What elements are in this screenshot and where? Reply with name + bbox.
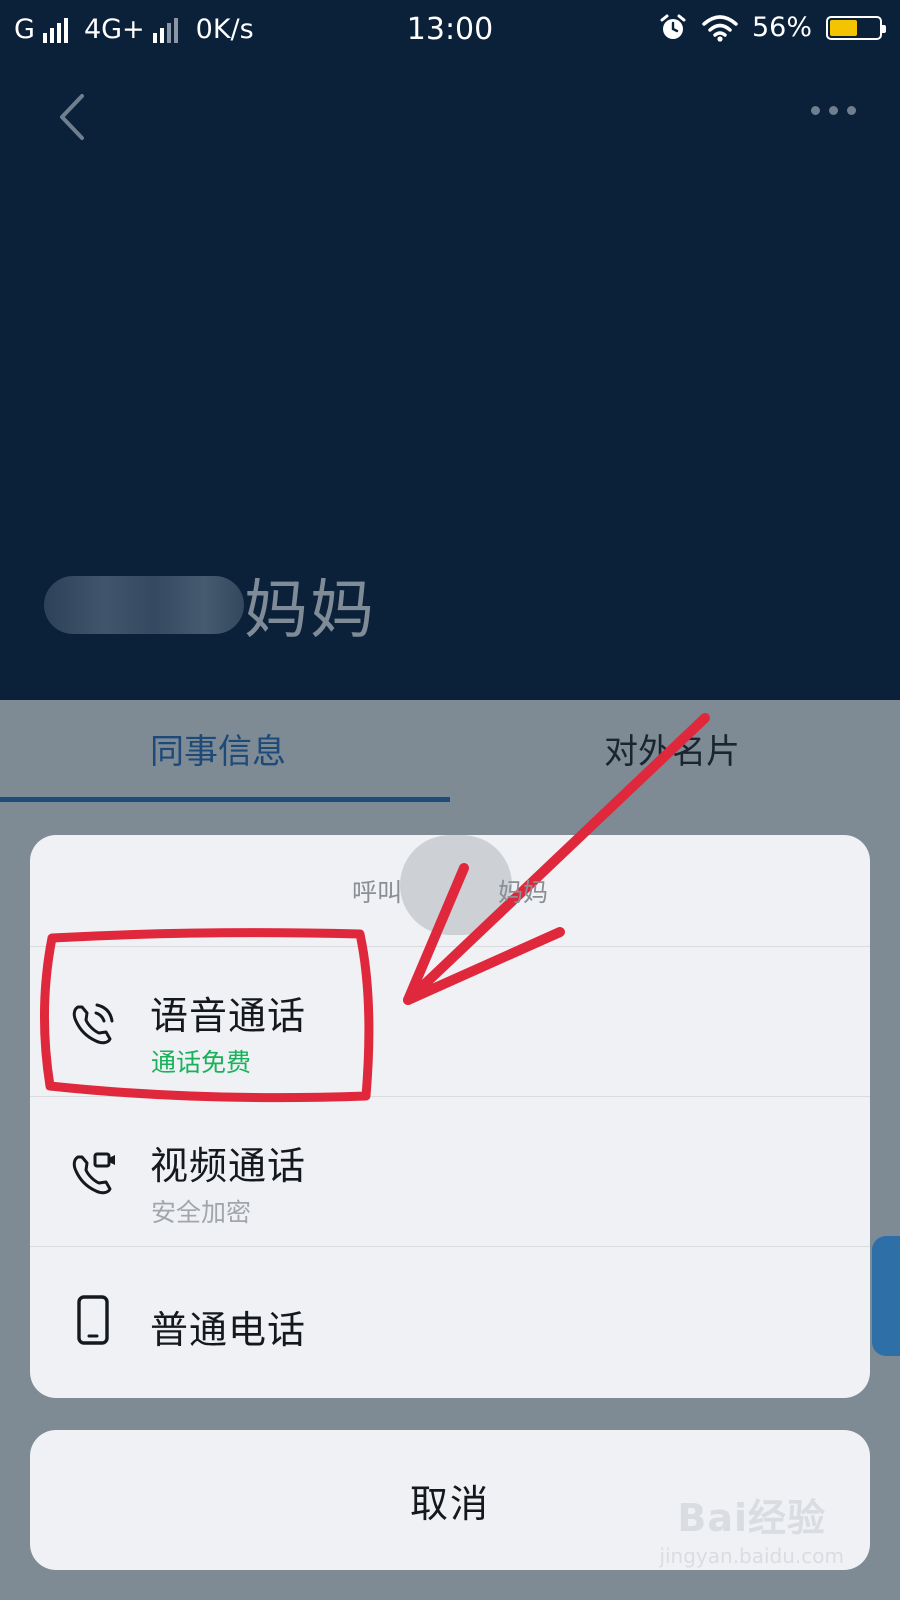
sheet-title: 呼叫 妈妈: [30, 835, 870, 947]
voice-call-label: 语音通话: [150, 994, 307, 1038]
battery-icon: [826, 15, 886, 40]
watermark: Bai经验 jingyan.baidu.com: [659, 1487, 844, 1568]
tab-colleague-info[interactable]: 同事信息: [150, 724, 286, 773]
redacted-block: [44, 576, 244, 634]
profile-header: G 4G+ 0K/s 13:00 56% 妈妈: [0, 0, 900, 700]
side-button: [872, 1236, 900, 1356]
chevron-left-icon[interactable]: [52, 92, 92, 142]
contact-name-row: 妈妈: [44, 560, 376, 650]
video-call-sublabel: 安全加密: [151, 1198, 252, 1227]
tab-active-indicator: [0, 797, 450, 802]
battery-percent: 56%: [751, 12, 812, 43]
video-call-icon: [72, 1152, 115, 1195]
regular-call-option[interactable]: 普通电话: [30, 1247, 870, 1397]
voice-call-option[interactable]: 语音通话 通话免费: [30, 947, 870, 1097]
status-right: 56%: [658, 12, 886, 43]
regular-call-label: 普通电话: [150, 1308, 307, 1352]
alarm-icon: [660, 14, 686, 39]
voice-call-icon: [72, 1003, 114, 1045]
tab-bar: 同事信息 对外名片: [0, 700, 900, 818]
battery-fill: [830, 19, 857, 36]
phone-icon: [77, 1295, 109, 1345]
voice-call-sublabel: 通话免费: [151, 1048, 252, 1077]
watermark-logo: Bai经验: [677, 1496, 827, 1540]
sheet-title-name: 妈妈: [498, 877, 549, 907]
tab-business-card[interactable]: 对外名片: [604, 724, 740, 773]
wifi-icon: [702, 14, 738, 42]
call-action-sheet: 呼叫 妈妈 语音通话 通话免费 视频通话 安全加密 普通电话: [30, 835, 870, 1398]
watermark-url: jingyan.baidu.com: [659, 1544, 844, 1568]
more-dots-icon[interactable]: [811, 106, 856, 115]
redacted-blob: [400, 835, 512, 935]
video-call-option[interactable]: 视频通话 安全加密: [30, 1097, 870, 1247]
contact-name: 妈妈: [244, 574, 376, 648]
status-bar: G 4G+ 0K/s 13:00 56%: [0, 0, 900, 62]
sheet-title-prefix: 呼叫: [351, 877, 402, 907]
video-call-label: 视频通话: [150, 1144, 307, 1188]
